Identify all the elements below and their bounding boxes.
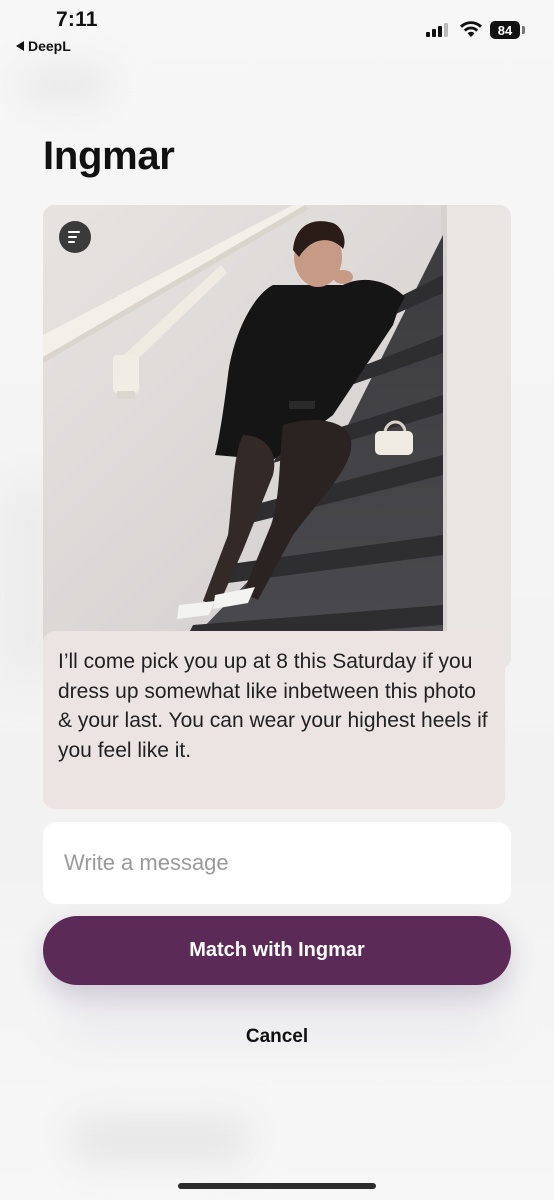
message-input[interactable] xyxy=(43,822,511,904)
comment-bubble: I’ll come pick you up at 8 this Saturday… xyxy=(43,631,505,809)
home-indicator[interactable] xyxy=(178,1183,376,1189)
status-time: 7:11 xyxy=(56,8,98,31)
prompt-lines-icon[interactable] xyxy=(59,221,91,253)
comment-text: I’ll come pick you up at 8 this Saturday… xyxy=(58,650,488,762)
wifi-icon xyxy=(460,21,482,37)
battery-cap xyxy=(522,26,525,34)
profile-name-title: Ingmar xyxy=(43,134,175,178)
battery-level: 84 xyxy=(497,22,513,38)
cellular-signal-icon xyxy=(426,23,448,37)
back-app-label: DeepL xyxy=(28,38,71,54)
backdrop-shape xyxy=(20,70,110,100)
profile-photo xyxy=(43,205,511,669)
back-to-app-button[interactable]: DeepL xyxy=(16,38,71,54)
backdrop-shape xyxy=(70,1120,250,1160)
cancel-button[interactable]: Cancel xyxy=(227,1022,327,1052)
back-triangle-icon xyxy=(16,41,24,51)
staircase-photo-illustration xyxy=(43,205,511,669)
match-button[interactable]: Match with Ingmar xyxy=(43,916,511,985)
battery-icon: 84 xyxy=(490,21,520,39)
status-bar: 7:11 DeepL 84 xyxy=(0,0,554,60)
